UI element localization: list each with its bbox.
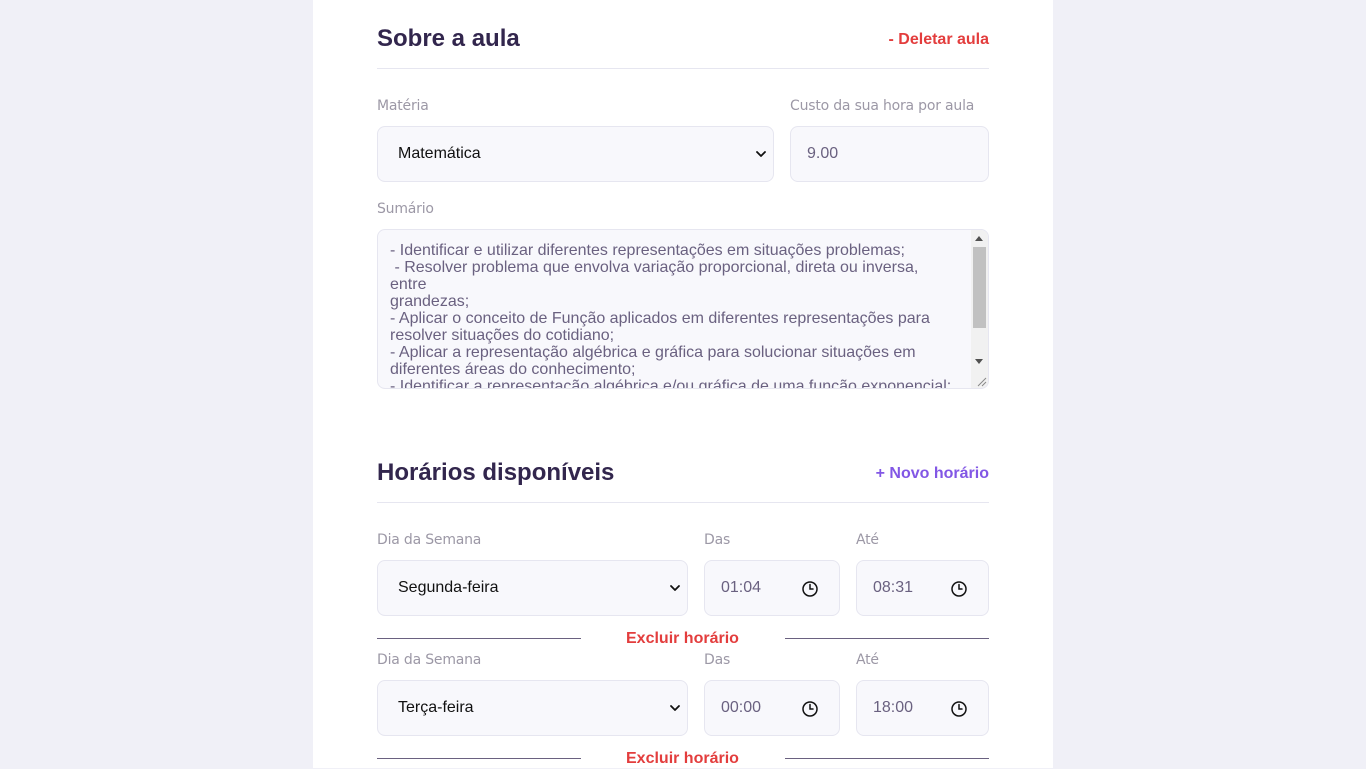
from-time-value: 00:00 (721, 699, 762, 716)
to-time-input[interactable]: 08:31 (856, 560, 989, 616)
from-time-input[interactable]: 00:00 (704, 680, 840, 736)
from-label: Das (704, 532, 731, 548)
day-value: Terça-feira (398, 699, 474, 716)
divider-right (785, 638, 989, 639)
chevron-down-icon (670, 705, 680, 711)
delete-class-button[interactable]: - Deletar aula (889, 30, 989, 50)
chevron-down-icon (756, 151, 766, 157)
clock-icon[interactable] (950, 700, 968, 718)
day-label: Dia da Semana (377, 532, 482, 548)
clock-icon[interactable] (801, 580, 819, 598)
day-value: Segunda-feira (398, 579, 499, 596)
day-select[interactable]: Terça-feira (377, 680, 688, 736)
subject-select[interactable]: Matemática (377, 126, 774, 182)
day-select[interactable]: Segunda-feira (377, 560, 688, 616)
summary-textarea[interactable]: - Identificar e utilizar diferentes repr… (377, 229, 989, 389)
about-title: Sobre a aula (377, 25, 520, 52)
form-panel: Sobre a aula - Deletar aula Matéria Mate… (313, 0, 1053, 768)
schedule-header: Horários disponíveis + Novo horário (377, 434, 989, 503)
from-label: Das (704, 652, 731, 668)
to-time-value: 18:00 (873, 699, 914, 716)
delete-schedule-button[interactable]: Excluir horário (626, 629, 739, 649)
summary-scrollbar[interactable] (971, 230, 988, 388)
divider-left (377, 758, 581, 759)
about-header: Sobre a aula - Deletar aula (377, 0, 989, 69)
chevron-down-icon (670, 585, 680, 591)
day-label: Dia da Semana (377, 652, 482, 668)
new-schedule-button[interactable]: + Novo horário (876, 464, 989, 484)
schedule-title: Horários disponíveis (377, 459, 615, 486)
divider-left (377, 638, 581, 639)
to-label: Até (856, 532, 879, 548)
summary-label: Sumário (377, 201, 434, 217)
from-time-input[interactable]: 01:04 (704, 560, 840, 616)
clock-icon[interactable] (801, 700, 819, 718)
subject-label: Matéria (377, 98, 429, 114)
from-time-value: 01:04 (721, 579, 762, 596)
cost-value: 9.00 (807, 145, 839, 162)
scroll-thumb[interactable] (973, 247, 986, 328)
cost-label: Custo da sua hora por aula (790, 98, 975, 114)
divider-right (785, 758, 989, 759)
cost-input[interactable]: 9.00 (790, 126, 989, 182)
to-label: Até (856, 652, 879, 668)
delete-schedule-button[interactable]: Excluir horário (626, 749, 739, 769)
to-time-input[interactable]: 18:00 (856, 680, 989, 736)
scroll-down-arrow-icon[interactable] (975, 359, 983, 364)
to-time-value: 08:31 (873, 579, 914, 596)
clock-icon[interactable] (950, 580, 968, 598)
scroll-up-arrow-icon[interactable] (975, 236, 983, 241)
resize-grip-icon[interactable] (975, 375, 987, 387)
subject-value: Matemática (398, 145, 481, 162)
summary-text: - Identificar e utilizar diferentes repr… (390, 242, 952, 389)
